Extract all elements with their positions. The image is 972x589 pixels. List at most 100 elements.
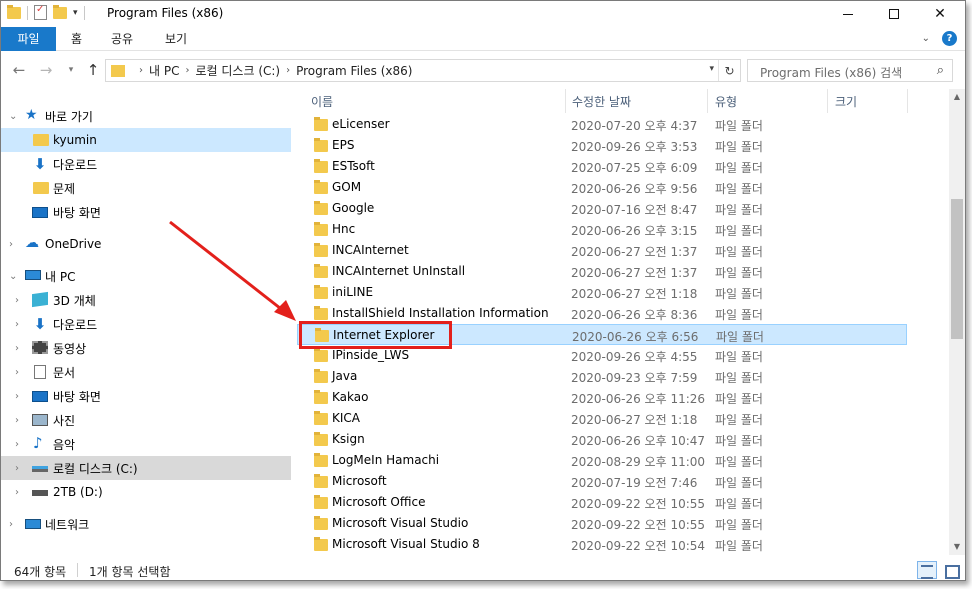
nav-item-problems[interactable]: 문제: [1, 176, 291, 200]
large-icons-view-icon[interactable]: [941, 561, 961, 579]
chevron-right-icon[interactable]: ›: [15, 415, 19, 426]
address-dropdown-icon[interactable]: ▾: [709, 64, 714, 74]
nav-network[interactable]: › 네트워크: [1, 512, 291, 536]
up-button[interactable]: ↑: [83, 60, 103, 80]
chevron-right-icon[interactable]: ›: [9, 519, 13, 530]
nav-item-3d-objects[interactable]: › 3D 개체: [1, 288, 291, 312]
nav-this-pc[interactable]: ⌄ 내 PC: [1, 264, 291, 288]
file-row[interactable]: Kakao 2020-06-26 오후 11:26 파일 폴더: [297, 387, 907, 408]
breadcrumb-local-disk[interactable]: 로컬 디스크 (C:): [195, 62, 280, 79]
help-icon[interactable]: ?: [942, 31, 957, 46]
nav-item-local-disk-c[interactable]: › 로컬 디스크 (C:): [1, 456, 291, 480]
nav-label: 바탕 화면: [53, 205, 101, 220]
details-view-icon[interactable]: [917, 561, 937, 579]
chevron-right-icon[interactable]: ›: [15, 295, 19, 306]
breadcrumb-separator-icon[interactable]: ›: [185, 65, 189, 76]
chevron-right-icon[interactable]: ›: [15, 319, 19, 330]
nav-item-pictures[interactable]: › 사진: [1, 408, 291, 432]
file-row[interactable]: ESTsoft 2020-07-25 오후 6:09 파일 폴더: [297, 156, 907, 177]
nav-onedrive[interactable]: › ☁ OneDrive: [1, 232, 291, 256]
vertical-scrollbar[interactable]: ▲ ▼: [949, 89, 965, 555]
forward-button[interactable]: →: [36, 60, 56, 80]
folder-icon: [314, 138, 328, 152]
refresh-button[interactable]: ↻: [718, 60, 740, 81]
file-row[interactable]: Microsoft Office 2020-09-22 오전 10:55 파일 폴더: [297, 492, 907, 513]
nav-item-pc-desktop[interactable]: › 바탕 화면: [1, 384, 291, 408]
breadcrumb-separator-icon[interactable]: ›: [139, 65, 143, 76]
file-name: eLicenser: [332, 117, 390, 131]
scroll-thumb[interactable]: [951, 199, 963, 339]
scroll-up-icon[interactable]: ▲: [949, 89, 965, 105]
column-divider[interactable]: [827, 89, 828, 113]
chevron-right-icon[interactable]: ›: [15, 487, 19, 498]
column-divider[interactable]: [565, 89, 566, 113]
tab-home[interactable]: 홈: [71, 27, 82, 51]
file-row[interactable]: Ksign 2020-06-26 오후 10:47 파일 폴더: [297, 429, 907, 450]
sort-ascending-icon: ^: [429, 89, 438, 95]
file-row[interactable]: KICA 2020-06-27 오전 1:18 파일 폴더: [297, 408, 907, 429]
chevron-down-icon[interactable]: ⌄: [9, 111, 17, 122]
chevron-right-icon[interactable]: ›: [15, 367, 19, 378]
nav-item-kyumin[interactable]: kyumin: [1, 128, 291, 152]
file-type: 파일 폴더: [715, 287, 763, 301]
nav-item-pc-downloads[interactable]: › ⬇ 다운로드: [1, 312, 291, 336]
file-row[interactable]: iniLINE 2020-06-27 오전 1:18 파일 폴더: [297, 282, 907, 303]
tab-share[interactable]: 공유: [111, 27, 133, 51]
tab-file[interactable]: 파일: [1, 27, 56, 51]
nav-item-downloads[interactable]: ⬇ 다운로드: [1, 152, 291, 176]
file-row[interactable]: EPS 2020-09-26 오후 3:53 파일 폴더: [297, 135, 907, 156]
file-row[interactable]: Google 2020-07-16 오전 8:47 파일 폴더: [297, 198, 907, 219]
recent-locations-button[interactable]: ▾: [61, 60, 81, 80]
navigation-pane: ⌄ ★ 바로 가기 kyumin ⬇ 다운로드 문제 바탕 화면 › ☁ One…: [1, 89, 291, 555]
back-button[interactable]: ←: [9, 60, 29, 80]
chevron-down-icon[interactable]: ⌄: [9, 271, 17, 282]
breadcrumb-separator-icon[interactable]: ›: [286, 65, 290, 76]
address-bar[interactable]: › 내 PC › 로컬 디스크 (C:) › Program Files (x8…: [105, 59, 741, 82]
file-row[interactable]: INCAInternet UnInstall 2020-06-27 오전 1:37…: [297, 261, 907, 282]
nav-item-desktop[interactable]: 바탕 화면: [1, 200, 291, 224]
file-row[interactable]: eLicenser 2020-07-20 오후 4:37 파일 폴더: [297, 114, 907, 135]
column-divider[interactable]: [907, 89, 908, 113]
scroll-down-icon[interactable]: ▼: [949, 539, 965, 555]
column-size[interactable]: 크기: [835, 93, 857, 110]
tab-view[interactable]: 보기: [165, 27, 187, 51]
chevron-right-icon[interactable]: ›: [9, 239, 13, 250]
search-icon[interactable]: ⌕: [937, 63, 944, 78]
file-row[interactable]: GOM 2020-06-26 오후 9:56 파일 폴더: [297, 177, 907, 198]
nav-item-documents[interactable]: › 문서: [1, 360, 291, 384]
chevron-right-icon[interactable]: ›: [15, 391, 19, 402]
selection-count: 1개 항목 선택함: [89, 565, 171, 579]
column-divider[interactable]: [707, 89, 708, 113]
file-row[interactable]: INCAInternet 2020-06-27 오전 1:37 파일 폴더: [297, 240, 907, 261]
chevron-right-icon[interactable]: ›: [15, 343, 19, 354]
column-name[interactable]: 이름: [311, 93, 333, 110]
nav-quick-access[interactable]: ⌄ ★ 바로 가기: [1, 104, 291, 128]
expand-ribbon-chevron-icon[interactable]: ⌄: [922, 33, 930, 44]
file-row[interactable]: Java 2020-09-23 오후 7:59 파일 폴더: [297, 366, 907, 387]
search-input[interactable]: Program Files (x86) 검색 ⌕: [747, 59, 953, 82]
breadcrumb-this-pc[interactable]: 내 PC: [149, 62, 179, 79]
close-button[interactable]: ✕: [917, 1, 963, 27]
customize-toolbar-chevron-icon[interactable]: ▾: [73, 8, 78, 18]
file-row[interactable]: Microsoft 2020-07-19 오전 7:46 파일 폴더: [297, 471, 907, 492]
maximize-button[interactable]: [871, 1, 917, 27]
file-row[interactable]: Microsoft Visual Studio 8 2020-09-22 오전 1…: [297, 534, 907, 555]
file-row[interactable]: Microsoft Visual Studio 2020-09-22 오전 10:…: [297, 513, 907, 534]
nav-label: 네트워크: [45, 517, 90, 532]
chevron-right-icon[interactable]: ›: [15, 439, 19, 450]
nav-item-music[interactable]: › ♪ 음악: [1, 432, 291, 456]
arrow-up-icon: ↑: [86, 61, 100, 79]
column-date[interactable]: 수정한 날짜: [572, 93, 631, 110]
nav-item-videos[interactable]: › 동영상: [1, 336, 291, 360]
chevron-right-icon[interactable]: ›: [15, 463, 19, 474]
new-folder-icon[interactable]: [53, 4, 67, 19]
column-type[interactable]: 유형: [715, 93, 737, 110]
file-row[interactable]: LogMeIn Hamachi 2020-08-29 오후 11:00 파일 폴더: [297, 450, 907, 471]
properties-icon[interactable]: [34, 4, 47, 20]
breadcrumb-program-files[interactable]: Program Files (x86): [296, 64, 412, 78]
nav-item-drive-d[interactable]: › 2TB (D:): [1, 480, 291, 504]
file-name: Microsoft Visual Studio: [332, 516, 469, 530]
file-row[interactable]: Hnc 2020-06-26 오후 3:15 파일 폴더: [297, 219, 907, 240]
minimize-button[interactable]: [825, 1, 871, 27]
file-type: 파일 폴더: [715, 350, 763, 364]
